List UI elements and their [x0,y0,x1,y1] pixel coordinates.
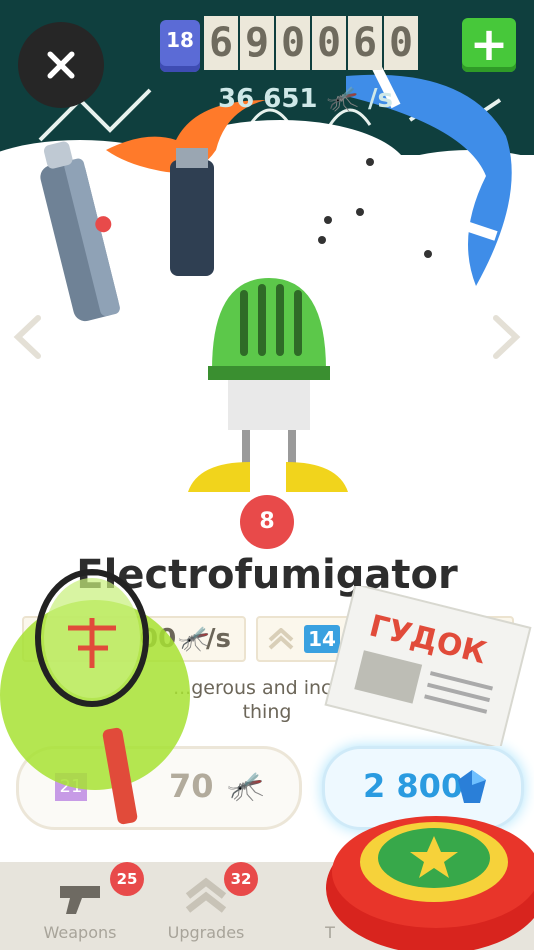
counter-digit: 9 [240,16,274,70]
tab-upgrades[interactable]: 32 Upgrades [146,862,266,950]
upgrade-chevrons-icon [185,877,227,913]
tennis-racket-icon [35,569,149,825]
mosquito-swarm [318,158,432,258]
next-item-button[interactable] [488,314,524,360]
counter-digit: 6 [348,16,382,70]
mosquito-icon: 🦟 [326,84,359,114]
tab-label: Weapons [43,923,117,942]
close-button[interactable] [18,22,104,108]
tab-label: Upgrades [167,923,245,942]
kill-rate-unit: /s [368,84,393,114]
tab-weapons[interactable]: 25 Weapons [20,862,144,950]
upgrade-chevrons-icon [268,628,294,650]
item-level-badge: 8 [240,495,294,549]
mosquito-icon: 🦟 [227,769,265,804]
newspaper-icon: ГУДОК [324,586,532,746]
game-scene: 18 6 9 0 0 6 0 + 36 651 🦟 /s 8 Electrofu… [0,0,534,950]
kill-rate-value: 36 651 [218,84,318,114]
close-icon [47,51,75,79]
counter-digit: 0 [312,16,346,70]
counter-digit: 6 [204,16,238,70]
chevron-left-icon [13,315,41,359]
mosquito-price: 70 [169,767,214,805]
tab-badge: 25 [110,862,144,896]
counter-digit: 0 [384,16,418,70]
electrofumigator-illustration [188,278,348,492]
kill-rate: 36 651 🦟 /s [218,84,393,114]
add-currency-button[interactable]: + [462,18,516,72]
damage-stat-unit: /s [206,624,231,654]
chevron-right-icon [493,315,521,359]
player-level-badge: 18 [160,20,200,72]
tab-badge: 32 [224,862,258,896]
previous-item-button[interactable] [10,314,46,360]
gun-icon [60,886,100,914]
mosquito-counter: 6 9 0 0 6 0 [204,16,418,72]
frisbee-icon [326,816,534,950]
counter-digit: 0 [276,16,310,70]
